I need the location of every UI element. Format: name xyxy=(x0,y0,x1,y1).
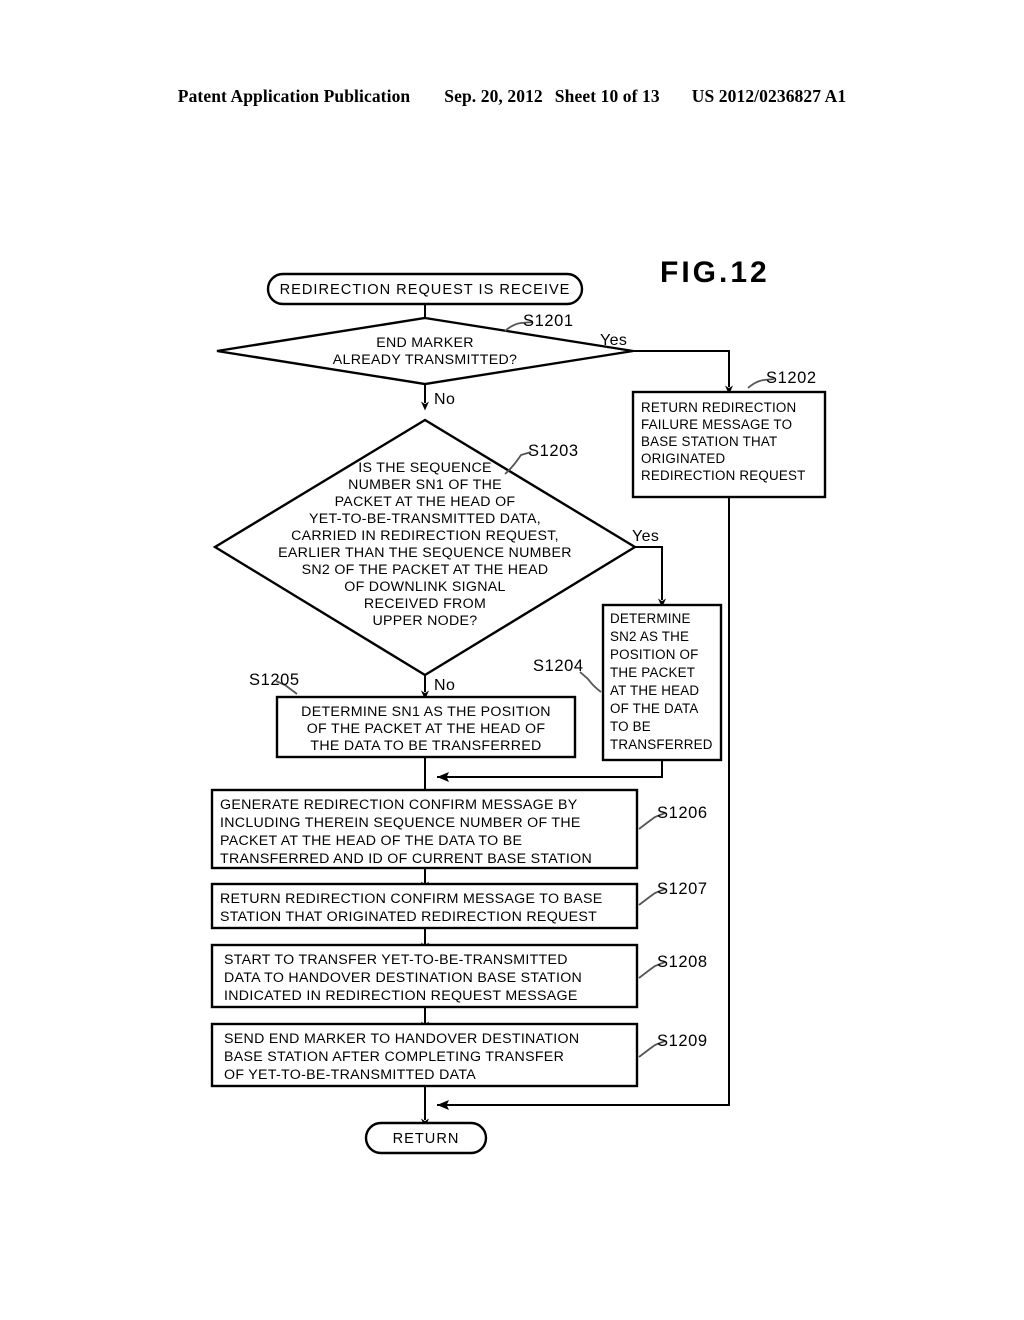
patent-figure-page: Patent Application Publication Sep. 20, … xyxy=(0,0,1024,1320)
s1208-line-1: DATA TO HANDOVER DESTINATION BASE STATIO… xyxy=(224,970,582,986)
s1201-line-0: END MARKER xyxy=(376,335,474,351)
s1201-line-1: ALREADY TRANSMITTED? xyxy=(333,352,517,368)
s1209-line-1: BASE STATION AFTER COMPLETING TRANSFER xyxy=(224,1049,564,1065)
connector-s1203-yes-to-s1204 xyxy=(635,546,666,608)
node-s1202: RETURN REDIRECTION FAILURE MESSAGE TO BA… xyxy=(631,390,827,499)
s1204-line-7: TRANSFERRED xyxy=(610,737,713,752)
s1202-line-1: FAILURE MESSAGE TO xyxy=(641,417,792,432)
s1204-line-6: TO BE xyxy=(610,719,651,734)
s1205-line-1: OF THE PACKET AT THE HEAD OF xyxy=(307,721,546,737)
node-s1206: GENERATE REDIRECTION CONFIRM MESSAGE BY … xyxy=(210,788,639,870)
s1206-line-0: GENERATE REDIRECTION CONFIRM MESSAGE BY xyxy=(220,797,578,813)
s1207-line-0: RETURN REDIRECTION CONFIRM MESSAGE TO BA… xyxy=(220,891,603,907)
s1205-line-0: DETERMINE SN1 AS THE POSITION xyxy=(301,704,551,720)
flowchart-diagram: REDIRECTION REQUEST IS RECEIVE END MARKE… xyxy=(210,272,827,1155)
s1203-line-8: RECEIVED FROM xyxy=(364,596,486,612)
s1203-line-6: SN2 OF THE PACKET AT THE HEAD xyxy=(302,562,549,578)
s1203-line-4: CARRIED IN REDIRECTION REQUEST, xyxy=(291,528,559,544)
s1203-line-3: YET-TO-BE-TRANSMITTED DATA, xyxy=(309,511,541,527)
s1203-line-5: EARLIER THAN THE SEQUENCE NUMBER xyxy=(278,545,572,561)
s1206-line-2: PACKET AT THE HEAD OF THE DATA TO BE xyxy=(220,833,522,849)
s1203-line-9: UPPER NODE? xyxy=(372,613,477,629)
s1203-yes-label: Yes xyxy=(632,528,659,545)
s1203-line-0: IS THE SEQUENCE xyxy=(358,460,492,476)
s1204-line-0: DETERMINE xyxy=(610,611,691,626)
s1202-line-4: REDIRECTION REQUEST xyxy=(641,468,806,483)
node-return: RETURN xyxy=(364,1121,488,1155)
s1203-line-1: NUMBER SN1 OF THE xyxy=(348,477,502,493)
s1201-no-label: No xyxy=(434,391,455,408)
node-s1204: DETERMINE SN2 AS THE POSITION OF THE PAC… xyxy=(601,603,723,762)
s1202-line-3: ORIGINATED xyxy=(641,451,725,466)
s1201-yes-label: Yes xyxy=(600,332,627,349)
start-label: REDIRECTION REQUEST IS RECEIVE xyxy=(280,282,571,298)
s1202-step-id: S1202 xyxy=(766,369,817,387)
connector-s1201-yes-to-s1202 xyxy=(633,350,733,395)
s1209-line-2: OF YET-TO-BE-TRANSMITTED DATA xyxy=(224,1067,476,1083)
s1204-line-1: SN2 AS THE xyxy=(610,629,689,644)
s1205-step-id: S1205 xyxy=(249,671,300,689)
s1204-line-2: POSITION OF xyxy=(610,647,699,662)
s1206-line-1: INCLUDING THEREIN SEQUENCE NUMBER OF THE xyxy=(220,815,581,831)
node-start: REDIRECTION REQUEST IS RECEIVE xyxy=(266,272,584,306)
s1205-line-2: THE DATA TO BE TRANSFERRED xyxy=(310,738,541,754)
connector-s1204-to-s1206 xyxy=(437,760,663,778)
s1208-step-id: S1208 xyxy=(657,953,708,971)
s1204-step-id: S1204 xyxy=(533,657,584,675)
s1203-step-id: S1203 xyxy=(528,442,579,460)
s1204-line-5: OF THE DATA xyxy=(610,701,699,716)
node-s1205: DETERMINE SN1 AS THE POSITION OF THE PAC… xyxy=(275,695,577,759)
s1204-line-3: THE PACKET xyxy=(610,665,695,680)
s1204-line-4: AT THE HEAD xyxy=(610,683,699,698)
s1202-line-0: RETURN REDIRECTION xyxy=(641,400,796,415)
s1203-line-7: OF DOWNLINK SIGNAL xyxy=(344,579,505,595)
s1202-line-2: BASE STATION THAT xyxy=(641,434,777,449)
s1207-step-id: S1207 xyxy=(657,880,708,898)
s1203-no-label: No xyxy=(434,677,455,694)
node-s1207: RETURN REDIRECTION CONFIRM MESSAGE TO BA… xyxy=(210,882,639,930)
s1206-step-id: S1206 xyxy=(657,804,708,822)
node-s1209: SEND END MARKER TO HANDOVER DESTINATION … xyxy=(210,1022,639,1088)
s1209-step-id: S1209 xyxy=(657,1032,708,1050)
s1203-line-2: PACKET AT THE HEAD OF xyxy=(335,494,516,510)
s1209-line-0: SEND END MARKER TO HANDOVER DESTINATION xyxy=(224,1031,579,1047)
s1201-step-id: S1201 xyxy=(523,312,574,330)
leader-s1204 xyxy=(579,671,602,693)
s1208-line-2: INDICATED IN REDIRECTION REQUEST MESSAGE xyxy=(224,988,578,1004)
s1208-line-0: START TO TRANSFER YET-TO-BE-TRANSMITTED xyxy=(224,952,568,968)
s1207-line-1: STATION THAT ORIGINATED REDIRECTION REQU… xyxy=(220,909,597,925)
node-s1208: START TO TRANSFER YET-TO-BE-TRANSMITTED … xyxy=(210,943,639,1009)
return-label: RETURN xyxy=(393,1131,460,1147)
s1206-line-3: TRANSFERRED AND ID OF CURRENT BASE STATI… xyxy=(220,851,592,867)
